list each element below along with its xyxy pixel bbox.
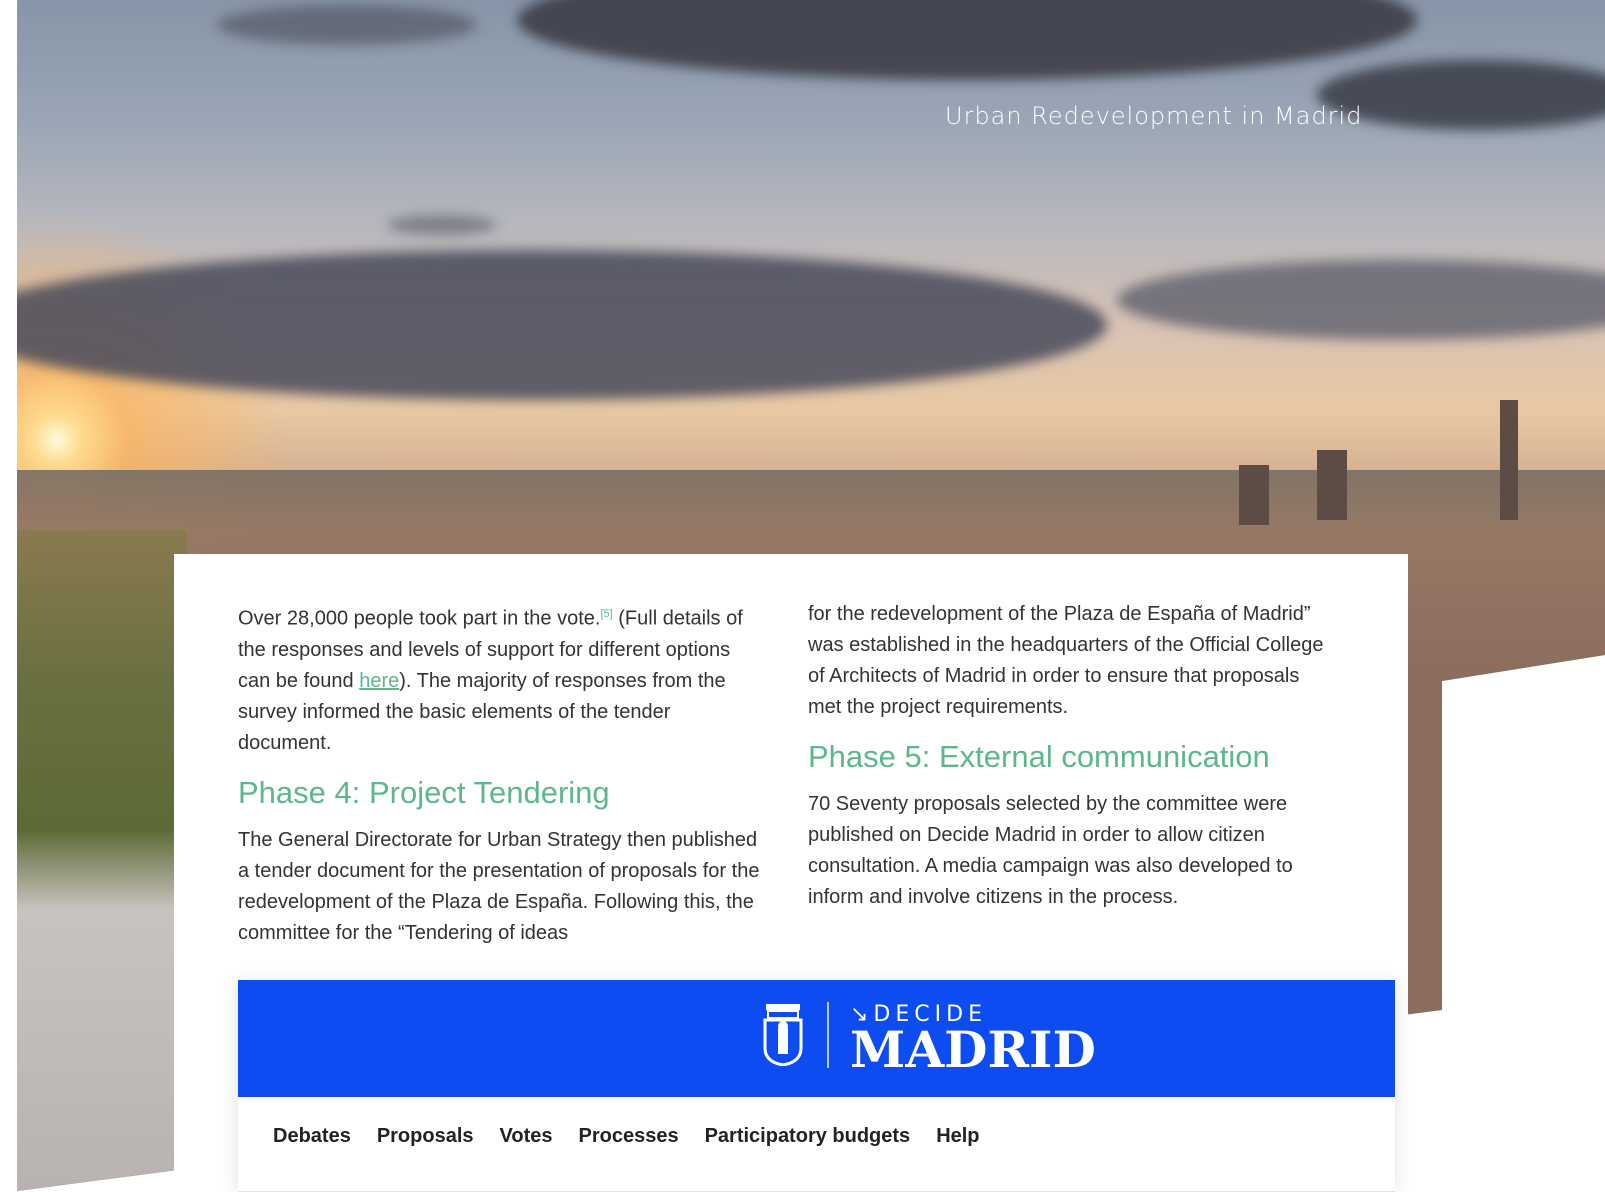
hero-hillside	[17, 530, 187, 1191]
right-column: for the redevelopment of the Plaza de Es…	[808, 599, 1336, 913]
dome-tower	[1317, 450, 1347, 520]
church-tower	[1239, 465, 1269, 525]
here-link[interactable]: here	[359, 670, 399, 692]
nav-debates[interactable]: Debates	[273, 1125, 351, 1148]
decide-madrid-nav: Debates Proposals Votes Processes Partic…	[238, 1097, 1395, 1192]
phase-4-heading: Phase 4: Project Tendering	[238, 774, 610, 810]
phase-4-body: The General Directorate for Urban Strate…	[238, 828, 760, 944]
cloud	[217, 5, 477, 45]
madrid-crest-icon	[763, 1004, 803, 1066]
cloud	[387, 215, 497, 235]
decide-madrid-screenshot: ↘DECIDE MADRID Debates Proposals Votes P…	[238, 980, 1395, 1192]
cathedral-tower	[1500, 400, 1518, 520]
nav-votes[interactable]: Votes	[500, 1125, 553, 1148]
decide-madrid-header: ↘DECIDE MADRID	[238, 980, 1395, 1097]
logo-divider	[827, 1002, 829, 1068]
nav-processes[interactable]: Processes	[579, 1125, 679, 1148]
continued-paragraph: for the redevelopment of the Plaza de Es…	[808, 603, 1324, 718]
nav-list: Debates Proposals Votes Processes Partic…	[273, 1125, 980, 1148]
intro-paragraph: Over 28,000 people took part in the vote…	[238, 607, 743, 754]
left-gutter	[0, 0, 17, 1191]
hero-title: Urban Redevelopment in Madrid	[945, 102, 1363, 130]
left-column: Over 28,000 people took part in the vote…	[238, 599, 766, 949]
footnote-link[interactable]: [5]	[600, 608, 612, 620]
nav-participatory-budgets[interactable]: Participatory budgets	[705, 1125, 911, 1148]
phase-5-body: 70 Seventy proposals selected by the com…	[808, 793, 1293, 908]
phase-5-heading: Phase 5: External communication	[808, 739, 1270, 774]
content-card: Over 28,000 people took part in the vote…	[174, 554, 1408, 1192]
nav-proposals[interactable]: Proposals	[377, 1125, 474, 1148]
nav-help[interactable]: Help	[936, 1125, 979, 1148]
logo-madrid: MADRID	[850, 1020, 1096, 1079]
